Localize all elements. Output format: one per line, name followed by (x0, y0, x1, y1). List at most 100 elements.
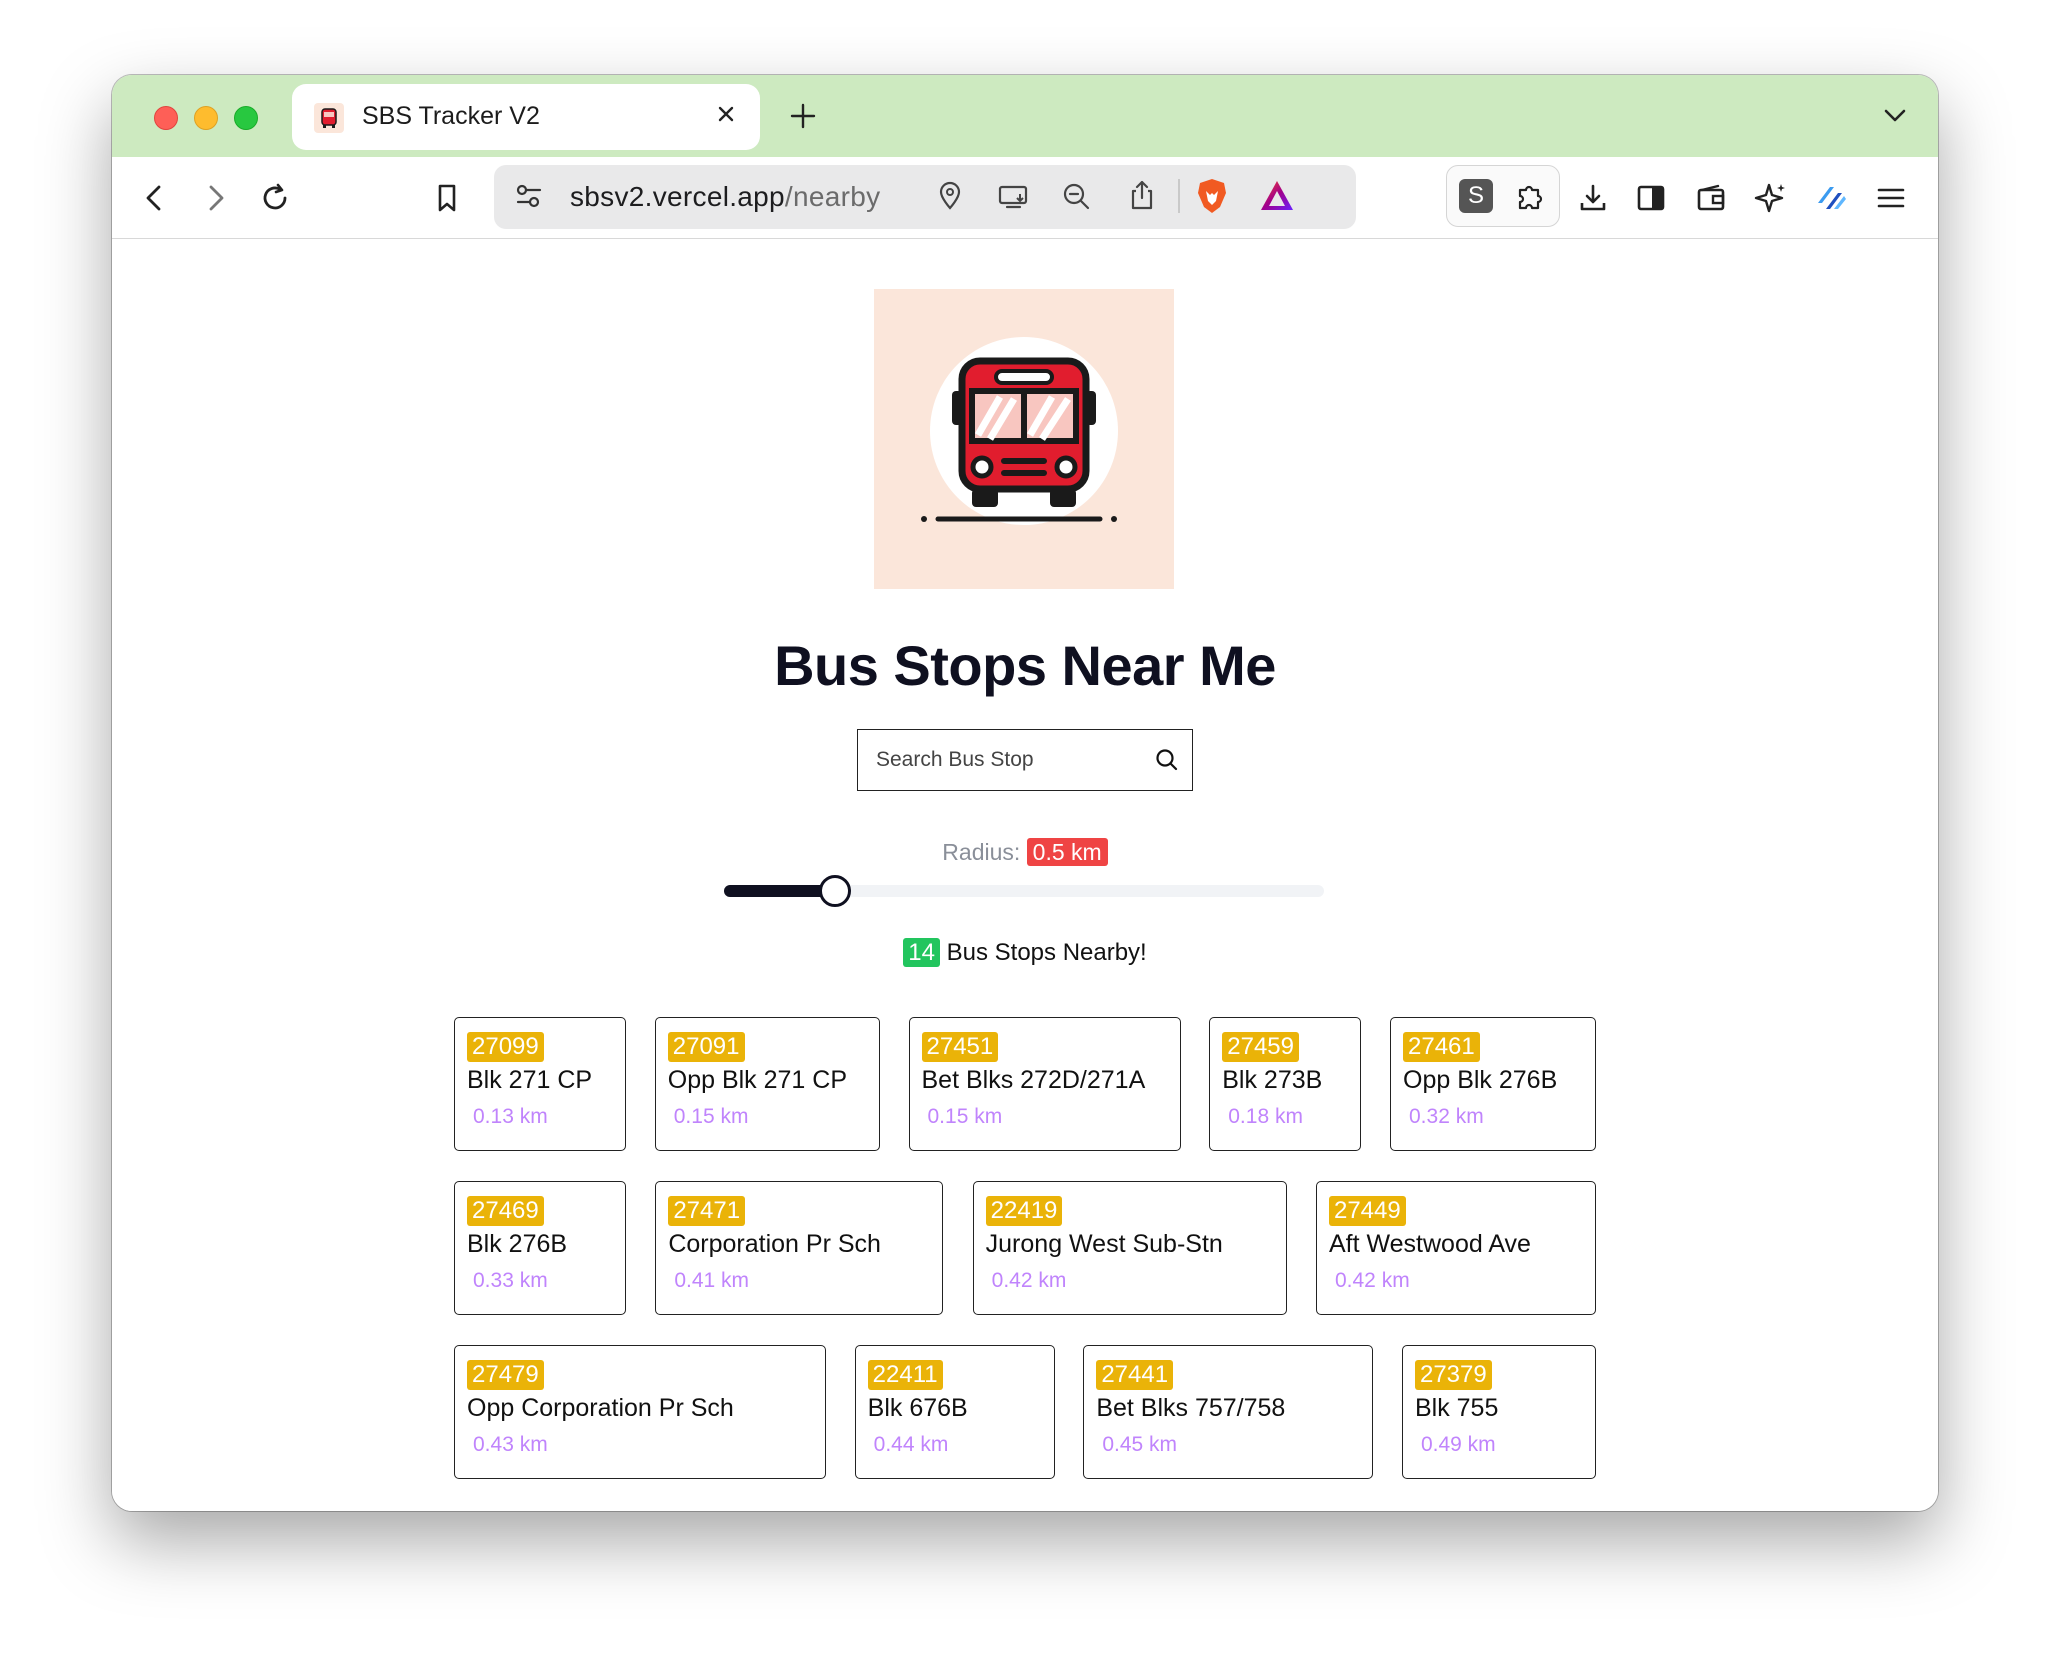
page-title: Bus Stops Near Me (774, 634, 1276, 697)
stop-distance: 0.49 km (1420, 1433, 1496, 1456)
tab-title: SBS Tracker V2 (362, 102, 540, 130)
slider-thumb[interactable] (819, 875, 851, 907)
stop-distance: 0.44 km (873, 1433, 949, 1456)
forward-arrow-icon[interactable] (198, 181, 232, 215)
search-field[interactable] (857, 729, 1193, 791)
tab-strip: SBS Tracker V2 (112, 75, 1938, 157)
maximize-window-button[interactable] (234, 106, 258, 130)
bus-stop-card[interactable]: 27099 Blk 271 CP 0.13 km (454, 1017, 626, 1151)
stop-name: Opp Blk 276B (1403, 1066, 1558, 1094)
stop-code-badge: 27379 (1414, 1360, 1492, 1390)
stop-name: Opp Blk 271 CP (667, 1066, 848, 1094)
stop-name: Bet Blks 272D/271A (921, 1066, 1146, 1094)
bus-stop-row: 27469 Blk 276B 0.33 km 27471 Corporation… (454, 1181, 1596, 1315)
back-arrow-icon[interactable] (138, 181, 172, 215)
stop-code-badge: 27459 (1222, 1032, 1299, 1062)
bus-stop-card[interactable]: 27459 Blk 273B 0.18 km (1209, 1017, 1362, 1151)
bus-stop-row: 27099 Blk 271 CP 0.13 km 27091 Opp Blk 2… (454, 1017, 1596, 1151)
address-bar[interactable]: sbsv2.vercel.app/nearby (494, 165, 1356, 229)
page-content: Bus Stops Near Me Radius: 0.5 km 14 Bus … (112, 239, 1938, 1511)
browser-toolbar: sbsv2.vercel.app/nearby S (112, 157, 1938, 239)
stop-distance: 0.13 km (473, 1105, 548, 1128)
stop-code-badge: 27451 (921, 1032, 999, 1062)
bus-stop-card[interactable]: 27471 Corporation Pr Sch 0.41 km (655, 1181, 944, 1315)
reload-icon[interactable] (258, 181, 292, 215)
stop-distance: 0.42 km (991, 1269, 1067, 1292)
extension-s-icon[interactable]: S (1459, 179, 1493, 213)
chevron-down-icon[interactable] (1882, 105, 1908, 127)
tab-sbs-tracker[interactable]: SBS Tracker V2 (292, 84, 760, 150)
search-icon[interactable] (1154, 747, 1180, 773)
stop-distance: 0.15 km (673, 1105, 749, 1128)
url-path: /nearby (784, 181, 881, 212)
bus-favicon-icon (314, 103, 344, 133)
stop-code-badge: 27091 (667, 1032, 745, 1062)
brave-shields-icon[interactable] (1194, 177, 1230, 215)
location-pin-icon[interactable] (934, 180, 966, 212)
bus-stop-card[interactable]: 22411 Blk 676B 0.44 km (854, 1345, 1055, 1479)
radius-slider[interactable] (724, 875, 1324, 907)
download-icon[interactable] (1576, 181, 1610, 215)
nearby-count-label: Bus Stops Nearby! (946, 939, 1147, 966)
bus-stop-card[interactable]: 27091 Opp Blk 271 CP 0.15 km (654, 1017, 880, 1151)
bus-stop-card[interactable]: 27451 Bet Blks 272D/271A 0.15 km (908, 1017, 1181, 1151)
stop-distance: 0.43 km (473, 1433, 548, 1456)
stop-code-badge: 27099 (467, 1032, 544, 1062)
bus-stop-card[interactable]: 27469 Blk 276B 0.33 km (454, 1181, 626, 1315)
close-window-button[interactable] (154, 106, 178, 130)
minimize-window-button[interactable] (194, 106, 218, 130)
stop-code-badge: 22419 (985, 1196, 1063, 1226)
share-icon[interactable] (1126, 178, 1158, 212)
nearby-count-row: 14 Bus Stops Nearby! (112, 938, 1938, 967)
stop-name: Blk 676B (867, 1394, 968, 1422)
vpn-extension-icon[interactable] (1814, 181, 1848, 215)
bus-stop-card[interactable]: 27379 Blk 755 0.49 km (1401, 1345, 1596, 1479)
bus-stop-grid: 27099 Blk 271 CP 0.13 km 27091 Opp Blk 2… (454, 1017, 1596, 1509)
browser-window: SBS Tracker V2 sbsv2.vercel.app/nearby S… (112, 75, 1938, 1511)
site-settings-icon[interactable] (512, 179, 546, 213)
stop-code-badge: 27471 (668, 1196, 746, 1226)
stop-distance: 0.45 km (1102, 1433, 1178, 1456)
stop-code-badge: 27441 (1096, 1360, 1174, 1390)
radius-value-badge: 0.5 km (1026, 838, 1108, 866)
puzzle-icon[interactable] (1513, 179, 1549, 215)
bus-stop-card[interactable]: 27461 Opp Blk 276B 0.32 km (1390, 1017, 1596, 1151)
brave-rewards-icon[interactable] (1258, 177, 1296, 215)
stop-code-badge: 27449 (1328, 1196, 1406, 1226)
stop-distance: 0.33 km (473, 1269, 548, 1292)
stop-distance: 0.41 km (674, 1269, 750, 1292)
bus-logo-image (874, 289, 1174, 589)
sidebar-icon[interactable] (1634, 181, 1668, 215)
bus-stop-card[interactable]: 27479 Opp Corporation Pr Sch 0.43 km (454, 1345, 826, 1479)
menu-icon[interactable] (1874, 181, 1908, 215)
wallet-icon[interactable] (1694, 181, 1728, 215)
stop-code-badge: 27479 (467, 1360, 544, 1390)
stop-code-badge: 27461 (1403, 1032, 1480, 1062)
stop-name: Corporation Pr Sch (668, 1230, 881, 1258)
nearby-count-badge: 14 (903, 938, 940, 967)
stop-code-badge: 27469 (467, 1196, 544, 1226)
bus-stop-card[interactable]: 27449 Aft Westwood Ave 0.42 km (1315, 1181, 1596, 1315)
bus-stop-card[interactable]: 27441 Bet Blks 757/758 0.45 km (1083, 1345, 1374, 1479)
stop-name: Aft Westwood Ave (1328, 1230, 1531, 1258)
radius-row: Radius: 0.5 km (112, 838, 1938, 866)
stop-name: Blk 273B (1222, 1066, 1323, 1094)
bus-stop-row: 27479 Opp Corporation Pr Sch 0.43 km 224… (454, 1345, 1596, 1479)
extensions-group: S (1446, 165, 1560, 227)
new-tab-icon[interactable] (788, 101, 818, 131)
cast-icon[interactable] (996, 180, 1030, 212)
stop-name: Blk 755 (1414, 1394, 1499, 1422)
zoom-out-icon[interactable] (1060, 180, 1092, 212)
stop-distance: 0.42 km (1334, 1269, 1410, 1292)
stop-name: Blk 271 CP (467, 1066, 593, 1094)
bookmark-icon[interactable] (430, 181, 464, 215)
stop-distance: 0.32 km (1409, 1105, 1484, 1128)
bus-stop-card[interactable]: 22419 Jurong West Sub-Stn 0.42 km (972, 1181, 1287, 1315)
stop-code-badge: 22411 (867, 1360, 943, 1390)
search-input[interactable] (858, 730, 1192, 790)
close-tab-icon[interactable] (714, 102, 738, 126)
url-text[interactable]: sbsv2.vercel.app/nearby (570, 181, 880, 213)
leo-ai-icon[interactable] (1754, 181, 1788, 215)
radius-label: Radius: (942, 839, 1021, 865)
url-host: sbsv2.vercel.app (570, 181, 785, 212)
